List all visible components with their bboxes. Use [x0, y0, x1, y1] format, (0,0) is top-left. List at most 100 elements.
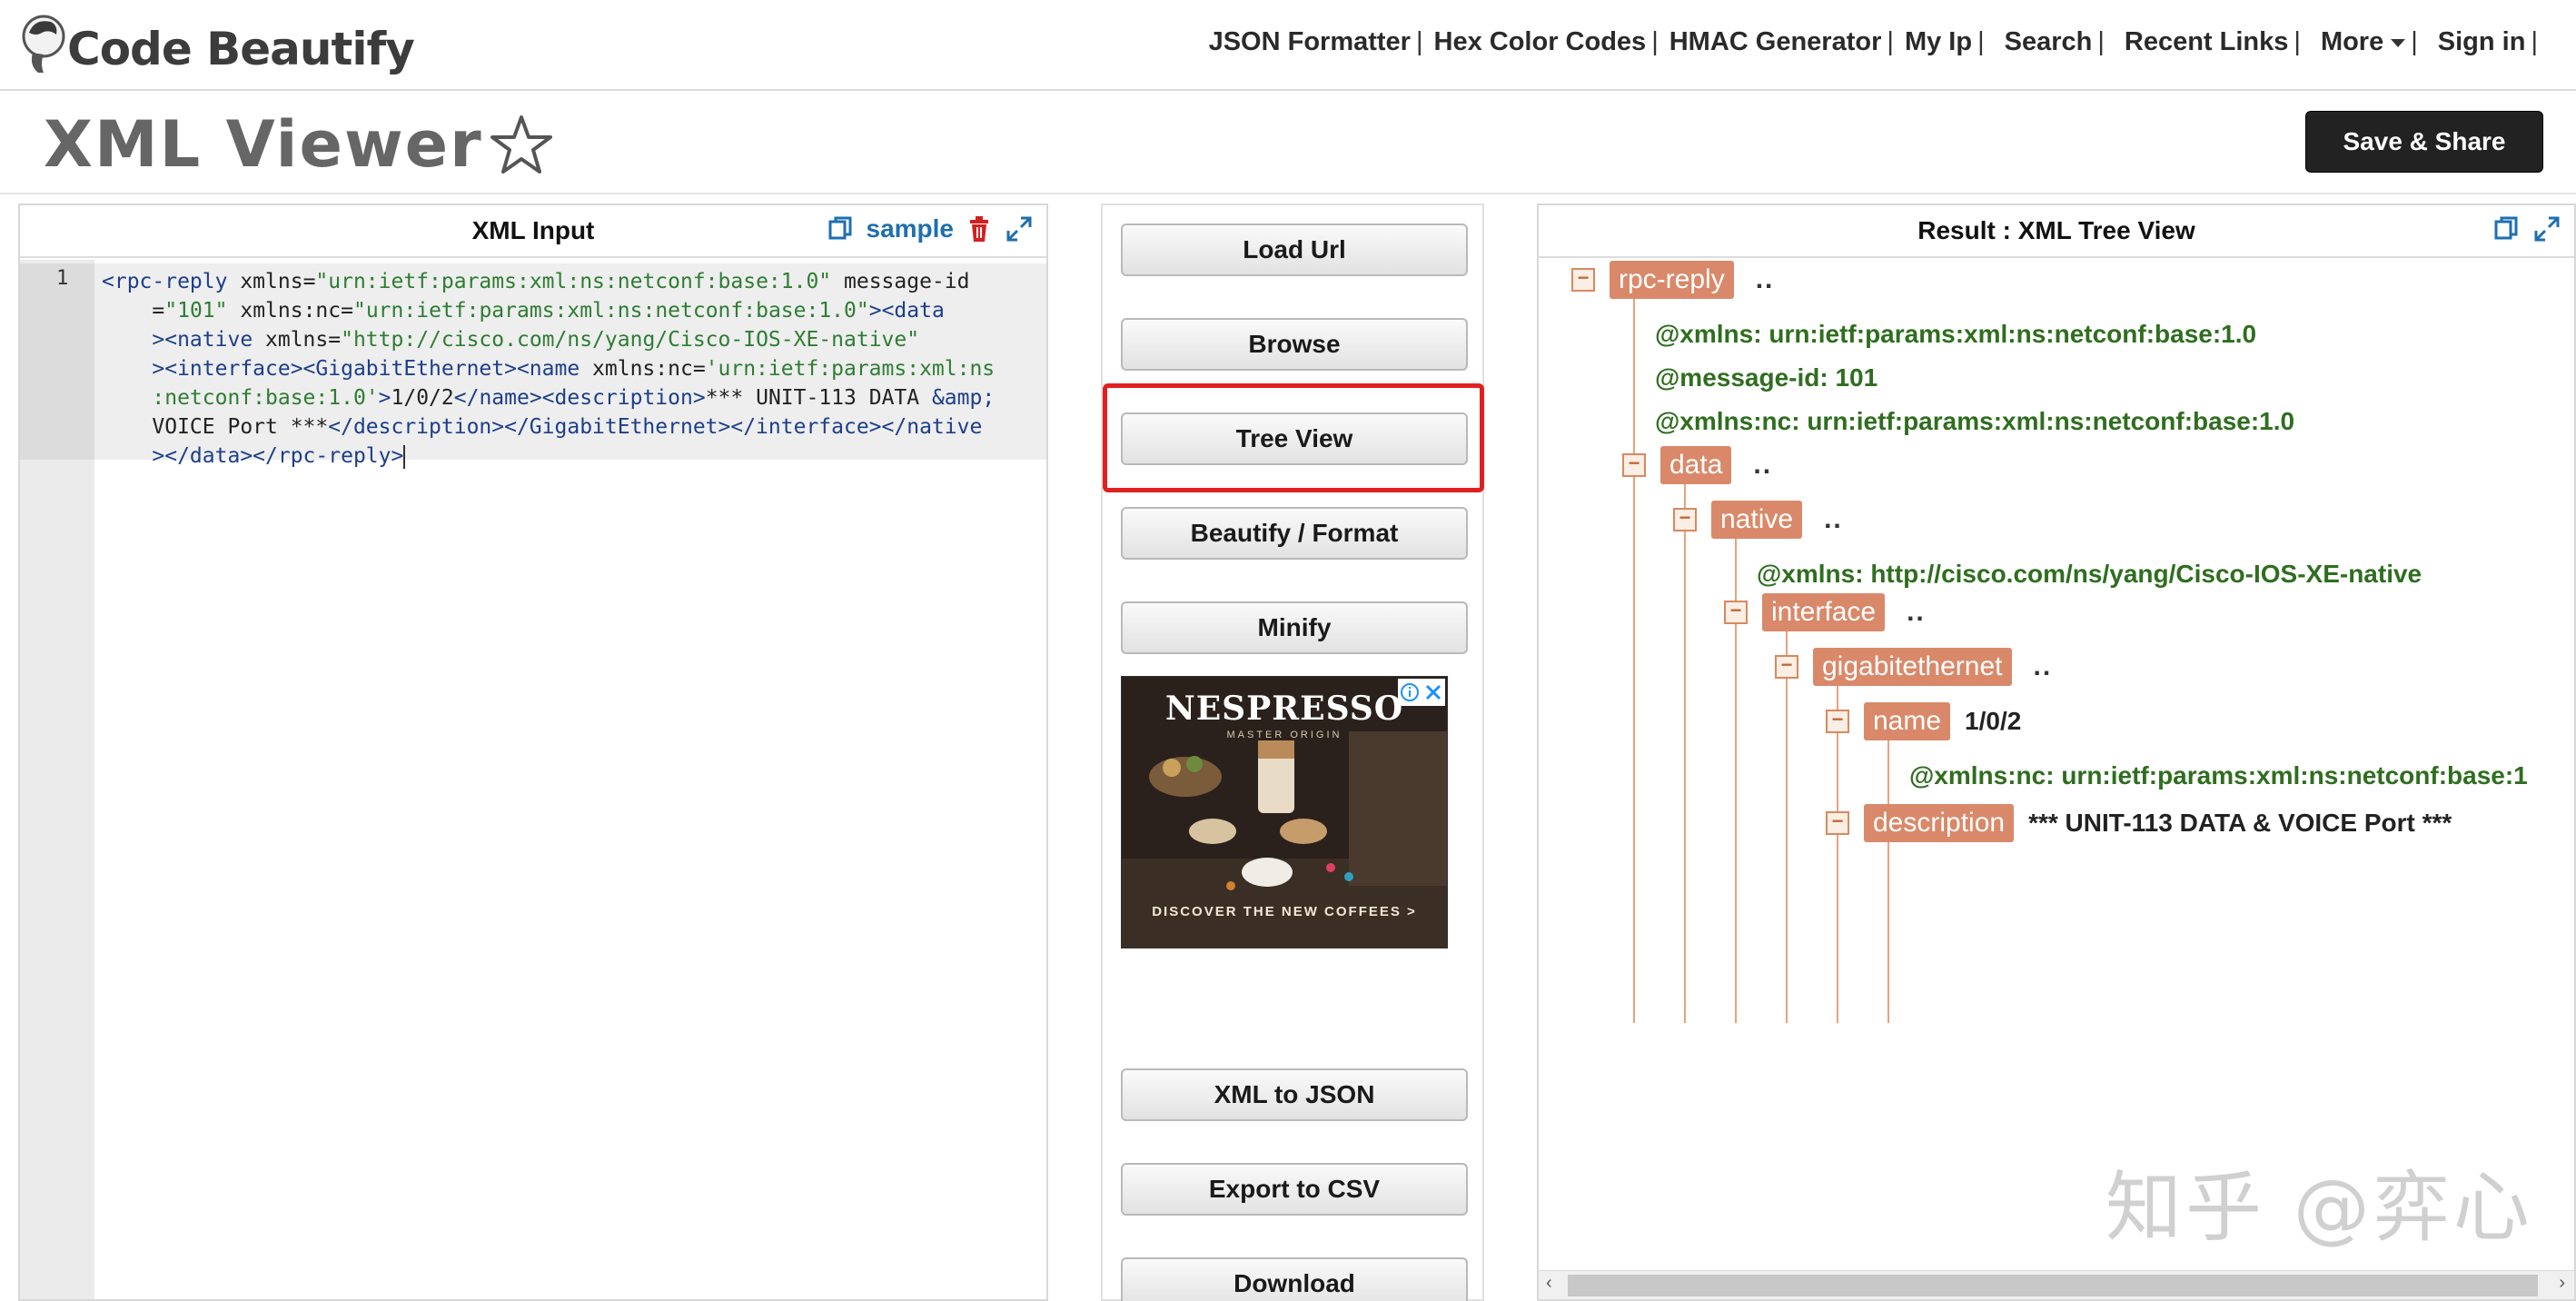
code-value-token: :netconf:base:1.0' [102, 386, 379, 410]
node-ellipsis: .. [1753, 450, 1773, 480]
node-tag: description [1864, 804, 2015, 842]
active-line-gutter [20, 263, 94, 460]
sample-link[interactable]: sample [867, 214, 955, 243]
tree-node-data: − data .. [1622, 445, 1772, 485]
expand-icon[interactable] [1005, 214, 1034, 243]
nav-search[interactable]: Search [2005, 27, 2093, 57]
code-tag-token: &amp; [931, 386, 996, 410]
result-toolbar [2492, 214, 2561, 243]
attribute-name-xmlns-nc: @xmlns:nc: urn:ietf:params:xml:ns:netcon… [1909, 761, 2528, 790]
copy-icon[interactable] [2492, 214, 2522, 243]
ad-subtitle: MASTER ORIGIN [1226, 730, 1342, 740]
result-panel: Result : XML Tree View − rpc-reply .. @x… [1537, 204, 2576, 1301]
code-line: ></data></rpc-reply> [102, 442, 1046, 471]
main-nav: JSON Formatter | Hex Color Codes | HMAC Ge… [1209, 27, 2549, 57]
code-text[interactable]: <rpc-reply xmlns="urn:ietf:params:xml:ns… [102, 267, 1046, 471]
collapse-toggle[interactable]: − [1571, 268, 1595, 292]
save-share-button[interactable]: Save & Share [2305, 111, 2543, 173]
code-value-token: "101" [164, 299, 228, 323]
horizontal-scrollbar[interactable]: ‹ › [1539, 1270, 2574, 1299]
code-tag-token: </name><description> [453, 386, 706, 410]
result-header: Result : XML Tree View [1539, 205, 2574, 258]
xml-to-json-button[interactable]: XML to JSON [1121, 1068, 1468, 1121]
ad-controls [1398, 679, 1445, 706]
nav-separator: | [2411, 27, 2418, 56]
tree-node-rpc-reply: − rpc-reply .. [1571, 260, 1774, 300]
result-title: Result : XML Tree View [1917, 216, 2195, 244]
info-icon[interactable] [1400, 682, 1420, 702]
code-text-token: VOICE Port *** [102, 415, 329, 439]
logo-head-icon [22, 15, 65, 73]
nav-separator: | [1887, 27, 1894, 56]
beautify-format-button[interactable]: Beautify / Format [1121, 507, 1468, 560]
node-ellipsis: .. [1907, 597, 1926, 627]
nav-hmac-generator[interactable]: HMAC Generator [1669, 27, 1882, 57]
copy-icon[interactable] [827, 214, 856, 243]
favorite-star-icon[interactable] [489, 112, 554, 177]
code-tag-token: ><native [102, 328, 266, 352]
load-url-button[interactable]: Load Url [1121, 223, 1468, 276]
collapse-toggle[interactable]: − [1775, 655, 1798, 679]
advertisement[interactable]: NESPRESSO MASTER ORIGIN DISCOVER THE NEW… [1121, 676, 1448, 948]
scroll-left-icon[interactable]: ‹ [1546, 1273, 1552, 1294]
nav-separator: | [2097, 27, 2105, 56]
code-value-token: "http://cisco.com/ns/yang/Cisco-IOS-XE-n… [341, 328, 920, 352]
tree-node-gigabitethernet: − gigabitethernet .. [1775, 647, 2052, 687]
nav-hex-color-codes[interactable]: Hex Color Codes [1434, 27, 1647, 57]
site-logo[interactable]: Code Beautify [16, 11, 415, 80]
code-tag-token: <rpc-reply [102, 270, 241, 293]
minify-button[interactable]: Minify [1121, 601, 1468, 654]
nav-separator: | [1977, 27, 1985, 56]
xml-input-title: XML Input [471, 216, 595, 244]
top-navigation-bar: Code Beautify JSON Formatter | Hex Color … [0, 0, 2576, 91]
attribute-message-id: @message-id: 101 [1655, 363, 1878, 392]
download-button[interactable]: Download [1121, 1257, 1468, 1301]
export-csv-button[interactable]: Export to CSV [1121, 1163, 1468, 1216]
code-value-token: "urn:ietf:params:xml:ns:netconf:base:1.0… [352, 299, 869, 323]
nav-json-formatter[interactable]: JSON Formatter [1209, 27, 1411, 57]
collapse-toggle[interactable]: − [1622, 453, 1646, 477]
scroll-right-icon[interactable]: › [2559, 1273, 2565, 1294]
collapse-toggle[interactable]: − [1826, 811, 1849, 835]
code-value-token: "urn:ietf:params:xml:ns:netconf:base:1.0… [315, 270, 832, 293]
collapse-toggle[interactable]: − [1724, 601, 1748, 624]
tree-node-name: − name 1/0/2 [1826, 701, 2021, 741]
node-tag: native [1711, 501, 1803, 539]
caret-down-icon [2391, 38, 2406, 47]
line-number: 1 [56, 267, 69, 290]
code-text-token: xmlns= [265, 328, 342, 352]
code-tag-token: </description></GigabitEthernet></interf… [328, 415, 983, 439]
collapse-toggle[interactable]: − [1826, 710, 1849, 733]
nav-separator: | [1415, 27, 1423, 56]
ad-call-to-action[interactable]: DISCOVER THE NEW COFFEES > [1122, 904, 1447, 919]
actions-panel: Load Url Browse Tree View Beautify / For… [1101, 204, 1484, 1301]
code-text-token: xmlns= [240, 270, 316, 293]
nav-sign-in[interactable]: Sign in [2438, 27, 2526, 57]
node-tag: rpc-reply [1610, 261, 1734, 299]
collapse-toggle[interactable]: − [1673, 508, 1697, 531]
code-text-token: 1/0/2 [391, 386, 454, 410]
tree-connector [1633, 287, 1635, 1023]
trash-icon[interactable] [965, 214, 994, 243]
node-tag: data [1660, 446, 1732, 484]
browse-button[interactable]: Browse [1121, 318, 1468, 371]
code-line: ><interface><GigabitEthernet><name xmlns… [102, 354, 1046, 383]
close-icon[interactable] [1423, 682, 1443, 702]
tree-node-interface: − interface .. [1724, 592, 1926, 632]
node-ellipsis: .. [1755, 264, 1775, 294]
code-line: :netconf:base:1.0'>1/0/2</name><descript… [102, 383, 1046, 412]
nav-more[interactable]: More [2321, 27, 2406, 57]
expand-icon[interactable] [2532, 214, 2561, 243]
scrollbar-thumb[interactable] [1568, 1275, 2538, 1296]
page-title-text: XML Viewer [44, 107, 483, 182]
nav-my-ip[interactable]: My Ip [1905, 27, 1972, 57]
tree-node-native: − native .. [1673, 500, 1843, 540]
node-ellipsis: .. [2033, 651, 2053, 681]
code-line: ="101" xmlns:nc="urn:ietf:params:xml:ns:… [102, 296, 1046, 325]
title-divider [0, 193, 2576, 194]
xml-code-editor[interactable]: 1 <rpc-reply xmlns="urn:ietf:params:xml:… [20, 260, 1046, 1299]
text-cursor [403, 444, 406, 469]
nav-recent-links[interactable]: Recent Links [2125, 27, 2289, 57]
attribute-xmlns: @xmlns: urn:ietf:params:xml:ns:netconf:b… [1655, 320, 2257, 348]
attribute-xmlns-nc: @xmlns:nc: urn:ietf:params:xml:ns:netcon… [1655, 407, 2295, 435]
